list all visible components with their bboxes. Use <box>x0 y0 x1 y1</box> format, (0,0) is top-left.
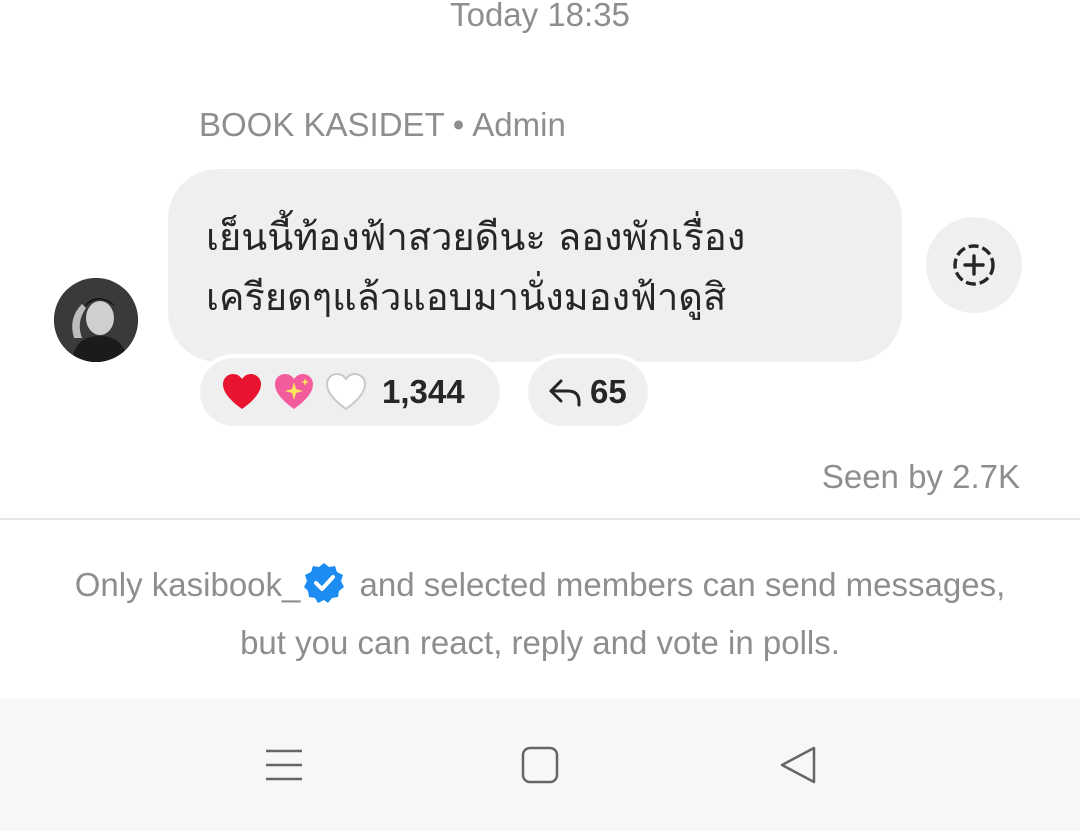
sender-name[interactable]: BOOK KASIDET <box>199 106 445 143</box>
add-reaction-icon <box>953 244 995 286</box>
home-square-icon[interactable] <box>518 743 562 787</box>
reactions-pill[interactable]: 1,344 <box>196 354 504 430</box>
reaction-count: 1,344 <box>382 373 465 410</box>
sparkling-heart-icon <box>275 374 313 409</box>
divider <box>0 518 1080 520</box>
reply-arrow-icon <box>549 379 581 407</box>
notice-suffix: and selected members can send messages, … <box>240 566 1006 661</box>
menu-icon[interactable] <box>262 743 306 787</box>
back-triangle-icon[interactable] <box>776 743 820 787</box>
white-heart-icon <box>325 372 367 411</box>
sender-role: Admin <box>472 106 566 143</box>
avatar-image <box>54 278 138 362</box>
verified-badge-icon <box>304 563 345 603</box>
system-nav-bar <box>0 699 1080 831</box>
replies-pill[interactable]: 65 <box>524 354 652 430</box>
notice-prefix[interactable]: Only kasibook_ <box>75 566 301 603</box>
posting-restriction-notice: Only kasibook_ and selected members can … <box>60 556 1020 672</box>
chat-timestamp: Today 18:35 <box>450 0 630 33</box>
sender-header: BOOK KASIDET • Admin <box>199 106 566 144</box>
message-text: เย็นนี้ท้องฟ้าสวยดีนะ ลองพักเรื่อง เครีย… <box>206 215 746 319</box>
seen-indicator[interactable]: Seen by 2.7K <box>822 458 1020 496</box>
sender-avatar[interactable] <box>54 278 138 362</box>
red-heart-icon <box>223 374 261 409</box>
separator-dot: • <box>452 106 465 143</box>
reply-count: 65 <box>590 373 627 410</box>
message-bubble[interactable]: เย็นนี้ท้องฟ้าสวยดีนะ ลองพักเรื่อง เครีย… <box>168 169 902 362</box>
add-reaction-button[interactable] <box>926 217 1022 313</box>
